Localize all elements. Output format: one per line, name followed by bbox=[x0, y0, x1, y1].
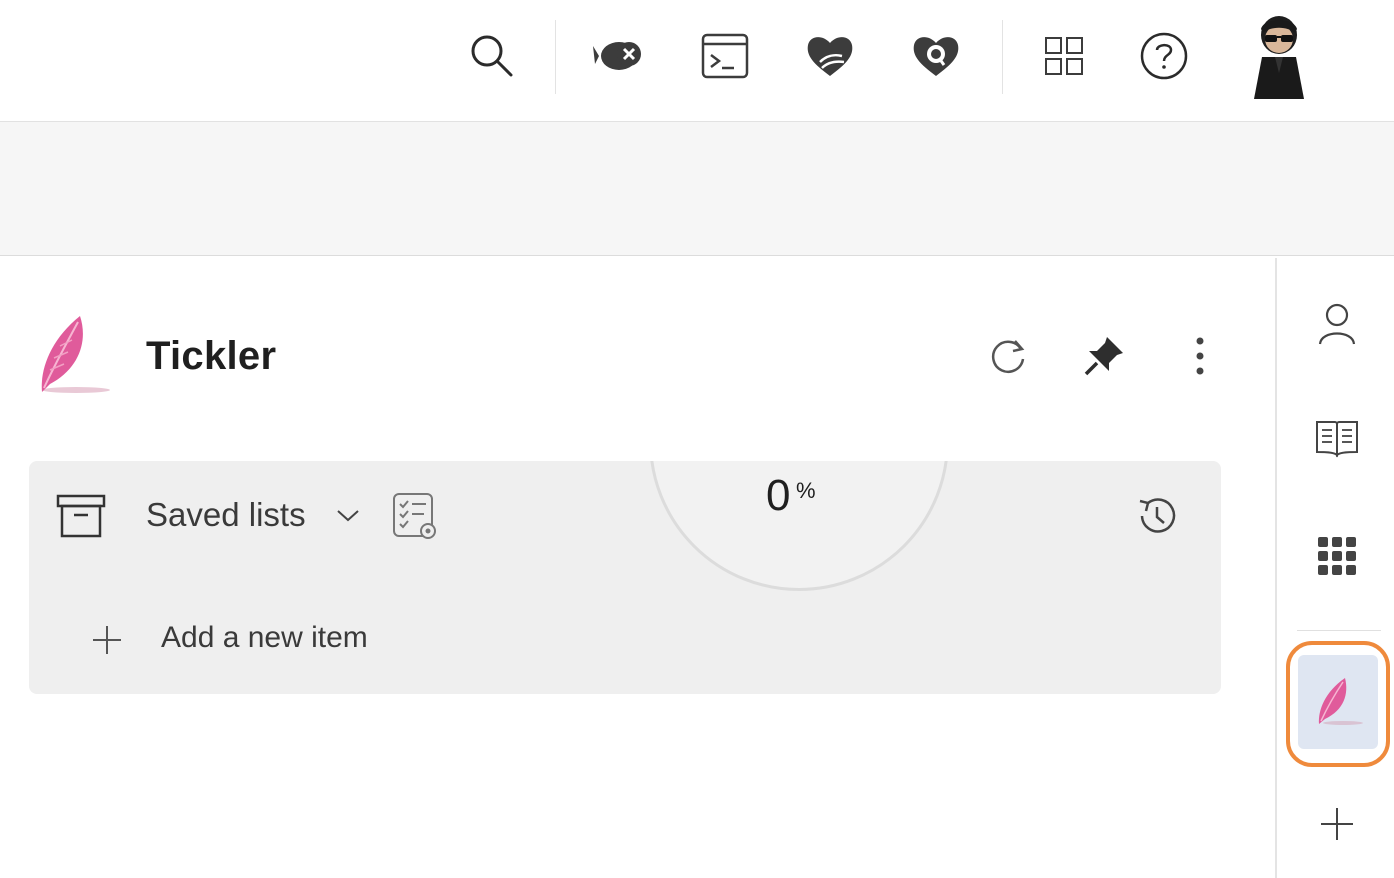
progress-unit: % bbox=[796, 478, 816, 503]
archive-icon[interactable] bbox=[53, 488, 109, 544]
toolbar-divider bbox=[555, 20, 556, 94]
add-new-item[interactable]: Add a new item bbox=[161, 621, 368, 655]
rail-divider bbox=[1297, 630, 1381, 631]
search-icon[interactable] bbox=[462, 26, 522, 86]
add-widget-icon[interactable] bbox=[1305, 792, 1369, 856]
feather-icon bbox=[1298, 655, 1378, 749]
progress-value: 0 bbox=[766, 471, 791, 520]
heart-q-icon[interactable] bbox=[906, 26, 966, 86]
chevron-down-icon[interactable] bbox=[320, 488, 376, 544]
book-icon[interactable] bbox=[1305, 406, 1369, 470]
terminal-icon[interactable] bbox=[695, 26, 755, 86]
feather-icon bbox=[30, 310, 114, 400]
avatar[interactable] bbox=[1244, 12, 1314, 102]
rail-item-tickler[interactable] bbox=[1286, 641, 1390, 767]
plus-icon[interactable] bbox=[79, 612, 135, 668]
saved-lists-dropdown[interactable]: Saved lists bbox=[146, 496, 306, 534]
more-options-icon[interactable] bbox=[1172, 328, 1228, 384]
person-icon[interactable] bbox=[1305, 292, 1369, 356]
content-band bbox=[0, 122, 1394, 256]
fish-close-icon[interactable] bbox=[590, 26, 650, 86]
widget-title: Tickler bbox=[146, 334, 277, 378]
history-icon[interactable] bbox=[1129, 488, 1185, 544]
refresh-icon[interactable] bbox=[980, 328, 1036, 384]
list-settings-icon[interactable] bbox=[386, 488, 442, 544]
top-bar bbox=[0, 0, 1394, 122]
help-icon[interactable] bbox=[1134, 26, 1194, 86]
apps-grid-icon[interactable] bbox=[1034, 26, 1094, 86]
heart-hands-icon[interactable] bbox=[800, 26, 860, 86]
right-rail bbox=[1275, 258, 1394, 878]
pin-icon[interactable] bbox=[1076, 328, 1132, 384]
grid-dots-icon[interactable] bbox=[1305, 524, 1369, 588]
toolbar-divider bbox=[1002, 20, 1003, 94]
